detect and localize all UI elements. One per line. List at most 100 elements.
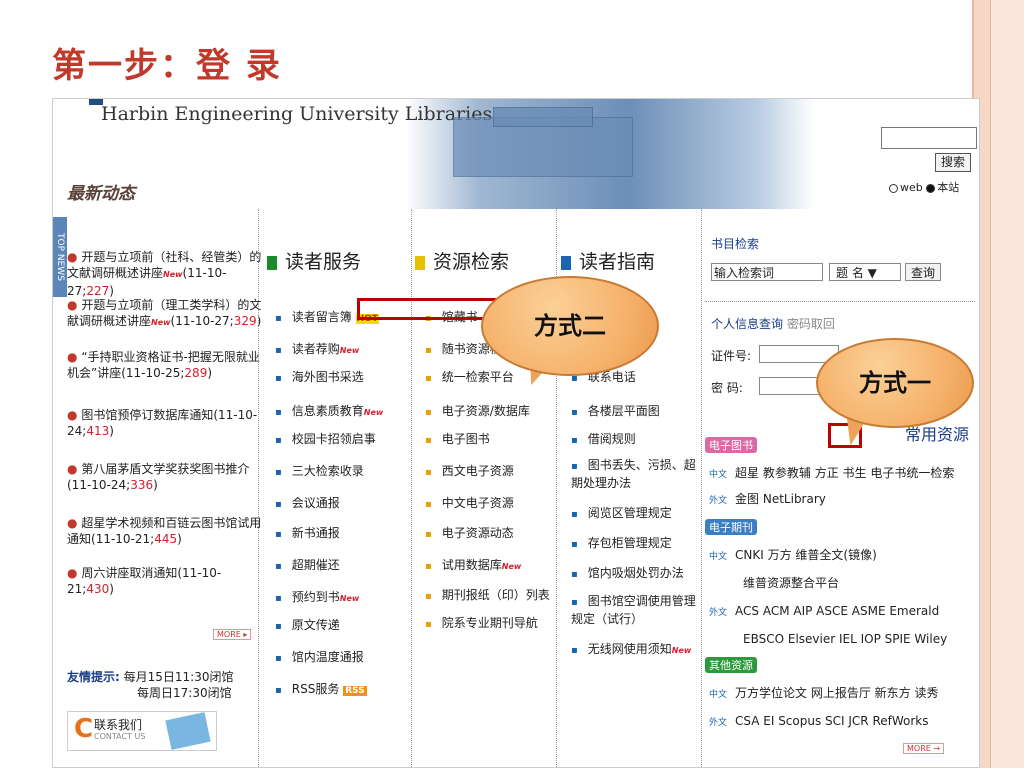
news-more-button[interactable]: MORE ▸ bbox=[213, 629, 252, 640]
news-count: 445 bbox=[154, 532, 178, 546]
rss-badge: RSS bbox=[343, 686, 367, 696]
resource-link[interactable]: ▪ 期刊报纸（印）列表 bbox=[425, 587, 550, 605]
news-count: 336 bbox=[130, 478, 154, 492]
reader-service-link[interactable]: ▪ 三大检索收录 bbox=[275, 463, 364, 481]
other-tag: 其他资源 bbox=[705, 657, 757, 673]
news-item[interactable]: ● 周六讲座取消通知(11-10-21;430) bbox=[67, 565, 267, 597]
contact-us-button[interactable]: C 联系我们 CONTACT US bbox=[67, 711, 217, 751]
news-date-end: ) bbox=[177, 532, 182, 546]
column-divider bbox=[258, 209, 259, 767]
reader-service-link[interactable]: ▪ 信息素质教育New bbox=[275, 403, 383, 421]
news-date: (11-10-21; bbox=[91, 532, 155, 546]
guide-link[interactable]: ▪ 图书丢失、污损、超期处理办法 bbox=[571, 457, 699, 491]
resource-link[interactable]: ▪ 中文电子资源 bbox=[425, 495, 514, 513]
resource-link[interactable]: ▪ 试用数据库New bbox=[425, 557, 521, 575]
catalog-search-input[interactable]: 输入检索词 bbox=[711, 263, 823, 281]
news-item[interactable]: ● 开题与立项前（理工类学科）的文献调研概述讲座New(11-10-27;329… bbox=[67, 297, 267, 331]
other-cn-row[interactable]: 中文 万方学位论文 网上报告厅 新东方 读秀 bbox=[709, 685, 938, 703]
guide-link[interactable]: ▪ 各楼层平面图 bbox=[571, 403, 660, 421]
resource-search-heading: 资源检索 bbox=[415, 247, 509, 274]
reader-service-link[interactable]: ▪ 读者荐购New bbox=[275, 341, 359, 359]
news-item[interactable]: ● 超星学术视频和百链云图书馆试用通知(11-10-21;445) bbox=[67, 515, 267, 547]
reader-service-link[interactable]: ▪ 会议通报 bbox=[275, 495, 340, 513]
ebook-en-row: 外文 金图 NetLibrary bbox=[709, 492, 826, 506]
news-item[interactable]: ● 图书馆预停订数据库通知(11-10-24;413) bbox=[67, 407, 267, 439]
news-item[interactable]: ● 开题与立项前（社科、经管类）的文献调研概述讲座New(11-10-27;22… bbox=[67, 249, 267, 299]
column-divider bbox=[411, 209, 412, 767]
password-recover-link[interactable]: 密码取回 bbox=[787, 317, 835, 331]
ejournal-tag: 电子期刊 bbox=[705, 519, 757, 535]
site-search-button[interactable]: 搜索 bbox=[935, 153, 971, 172]
green-square-icon bbox=[267, 256, 277, 270]
news-count: 289 bbox=[184, 366, 208, 380]
news-title: 周六讲座取消通知 bbox=[81, 566, 178, 580]
reader-guide-title: 读者指南 bbox=[579, 251, 656, 273]
callout-method-one: 方式一 bbox=[816, 338, 974, 428]
divider bbox=[705, 301, 975, 302]
reader-service-link[interactable]: ▪ 海外图书采选 bbox=[275, 369, 364, 387]
guide-link[interactable]: ▪ 阅览区管理规定 bbox=[571, 505, 672, 523]
resource-link[interactable]: ▪ 电子图书 bbox=[425, 431, 490, 449]
slide-decoration-bar-inner bbox=[990, 0, 1024, 768]
reader-guide-heading: 读者指南 bbox=[561, 247, 655, 274]
id-label: 证件号: bbox=[711, 349, 752, 363]
other-en-row[interactable]: 外文 CSA EI Scopus SCI JCR RefWorks bbox=[709, 713, 929, 731]
resource-search-title: 资源检索 bbox=[433, 251, 510, 273]
guide-link[interactable]: ▪ 无线网使用须知New bbox=[571, 641, 691, 659]
slide-title: 第一步：登 录 bbox=[52, 46, 282, 86]
site-search-input[interactable] bbox=[881, 127, 977, 149]
ebook-cn-row: 中文 超星 教参教辅 方正 书生 电子书统一检索 bbox=[709, 466, 955, 480]
news-item[interactable]: ● 第八届茅盾文学奖获奖图书推介(11-10-24;336) bbox=[67, 461, 267, 493]
personal-info-label[interactable]: 个人信息查询 bbox=[711, 317, 783, 331]
ejournal-cn-row2[interactable]: 维普资源整合平台 bbox=[743, 575, 839, 591]
ejournal-en-row2[interactable]: EBSCO Elsevier IEL IOP SPIE Wiley bbox=[743, 631, 947, 647]
resource-link[interactable]: ▪ 院系专业期刊导航 bbox=[425, 615, 538, 633]
reader-service-link[interactable]: ▪ 校园卡招领启事 bbox=[275, 431, 376, 449]
reader-service-heading: 读者服务 bbox=[267, 247, 361, 274]
guide-link[interactable]: ▪ 馆内吸烟处罚办法 bbox=[571, 565, 684, 583]
reader-service-title: 读者服务 bbox=[285, 251, 362, 273]
ejournal-cn-row[interactable]: 中文 CNKI 万方 维普全文(镜像) bbox=[709, 547, 877, 565]
news-count: 227 bbox=[86, 284, 110, 298]
building-roof-image bbox=[493, 107, 593, 127]
news-title: 第八届茅盾文学奖获奖图书推介 bbox=[81, 462, 250, 476]
news-date: (11-10-24; bbox=[67, 478, 131, 492]
catalog-query-button[interactable]: 查询 bbox=[905, 263, 941, 281]
callout-method-two: 方式二 bbox=[481, 276, 659, 376]
resource-link[interactable]: ▪ 西文电子资源 bbox=[425, 463, 514, 481]
guide-link[interactable]: ▪ 借阅规则 bbox=[571, 431, 636, 449]
scope-local-label: 本站 bbox=[937, 181, 960, 194]
fangzheng-link[interactable]: 方正 bbox=[815, 466, 839, 480]
news-date: (11-10-27; bbox=[170, 314, 234, 328]
resources-more-button[interactable]: MORE → bbox=[903, 743, 945, 754]
radio-local-icon[interactable] bbox=[926, 183, 936, 193]
top-news-label: TOP NEWS bbox=[53, 217, 67, 297]
notebook-icon bbox=[165, 712, 211, 750]
news-date: (11-10-25; bbox=[121, 366, 185, 380]
chevron-down-icon: ▼ bbox=[867, 266, 877, 280]
friendly-tip: 友情提示: 每月15日11:30闭馆 每周日17:30闭馆 bbox=[67, 669, 234, 701]
reader-service-link[interactable]: ▪ 馆内温度通报 bbox=[275, 649, 364, 667]
news-date-end: ) bbox=[109, 284, 114, 298]
news-date-end: ) bbox=[109, 424, 114, 438]
reader-service-link[interactable]: ▪ 原文传递 bbox=[275, 617, 340, 635]
news-count: 329 bbox=[233, 314, 257, 328]
friendly-label: 友情提示: bbox=[67, 670, 120, 684]
guide-link[interactable]: ▪ 图书馆空调使用管理规定（试行） bbox=[571, 593, 701, 627]
resource-link[interactable]: ▪ 电子资源动态 bbox=[425, 525, 514, 543]
catalog-field-select[interactable]: 题 名 ▼ bbox=[829, 263, 901, 281]
guide-link[interactable]: ▪ 存包柜管理规定 bbox=[571, 535, 672, 553]
library-name: Harbin Engineering University Libraries bbox=[101, 103, 493, 125]
reader-service-link[interactable]: ▪ 新书通报 bbox=[275, 525, 340, 543]
reader-service-link[interactable]: ▪ RSS服务 RSS bbox=[275, 681, 367, 699]
resource-link-electronic-db[interactable]: ▪ 电子资源/数据库 bbox=[425, 403, 530, 421]
news-item[interactable]: ● “手持职业资格证书-把握无限就业机会”讲座(11-10-25;289) bbox=[67, 349, 267, 381]
catalog-label: 书目检索 bbox=[711, 237, 760, 251]
news-date-end: ) bbox=[109, 582, 114, 596]
radio-web-icon[interactable] bbox=[889, 183, 898, 193]
resource-link[interactable]: ▪ 统一检索平台 bbox=[425, 369, 514, 387]
reader-service-link[interactable]: ▪ 预约到书New bbox=[275, 589, 359, 607]
contact-label-en: CONTACT US bbox=[94, 732, 146, 741]
reader-service-link[interactable]: ▪ 超期催还 bbox=[275, 557, 340, 575]
ejournal-en-row[interactable]: 外文 ACS ACM AIP ASCE ASME Emerald bbox=[709, 603, 939, 621]
